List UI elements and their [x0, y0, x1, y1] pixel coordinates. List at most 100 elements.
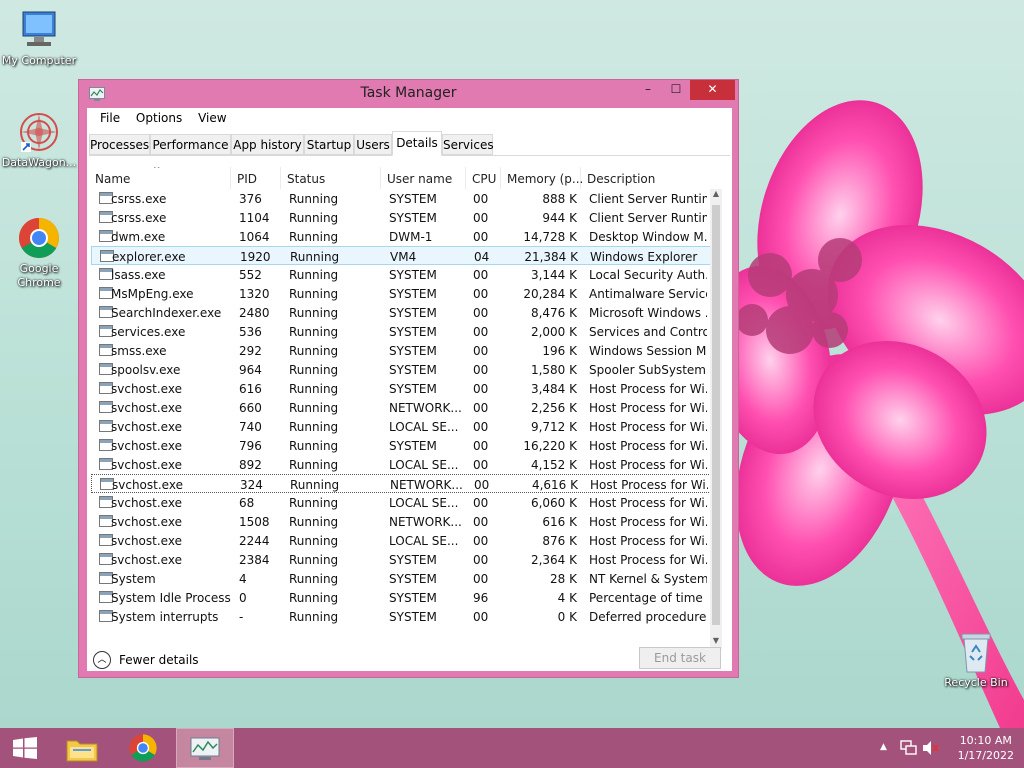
table-row[interactable]: System interrupts - Running SYSTEM 00 0 K Defe… [91, 607, 711, 626]
desktop-icon-my-computer[interactable]: My Computer [0, 8, 78, 68]
cell-description: Host Process for Wi... [590, 478, 708, 492]
cell-pid: 1920 [240, 250, 271, 264]
table-row[interactable]: svchost.exe 660 Running NETWORK... 00 2,256 K… [91, 398, 711, 417]
table-row[interactable]: svchost.exe 68 Running LOCAL SE... 00 6,060 K… [91, 493, 711, 512]
scroll-up-icon[interactable]: ▲ [710, 189, 722, 203]
column-header-status[interactable]: Status [281, 167, 381, 189]
menu-view[interactable]: View [192, 108, 232, 125]
cell-pid: 964 [239, 363, 262, 377]
cell-status: Running [289, 230, 339, 244]
task-manager-icon [190, 737, 220, 760]
cell-user-name: LOCAL SE... [389, 534, 459, 548]
cell-cpu: 00 [473, 287, 489, 301]
folder-icon [66, 740, 98, 762]
cell-user-name: SYSTEM [389, 344, 437, 358]
cell-pid: 0 [239, 591, 247, 605]
table-row[interactable]: System 4 Running SYSTEM 00 28 K NT Kernel & Sy… [91, 569, 711, 588]
cell-description: Host Process for Wi... [589, 515, 707, 529]
network-icon[interactable] [900, 740, 918, 756]
column-header-cpu[interactable]: CPU [466, 167, 501, 189]
cell-memory: 20,284 K [523, 287, 577, 301]
start-button[interactable] [0, 728, 50, 768]
cell-user-name: LOCAL SE... [389, 496, 459, 510]
cell-name: System [111, 572, 156, 586]
table-row[interactable]: lsass.exe 552 Running SYSTEM 00 3,144 K Local … [91, 265, 711, 284]
table-row[interactable]: svchost.exe 2384 Running SYSTEM 00 2,364 K Hos… [91, 550, 711, 569]
table-row[interactable]: spoolsv.exe 964 Running SYSTEM 00 1,580 K Spoo… [91, 360, 711, 379]
cell-pid: 292 [239, 344, 262, 358]
table-row[interactable]: csrss.exe 376 Running SYSTEM 00 888 K Client S… [91, 189, 711, 208]
table-row[interactable]: svchost.exe 2244 Running LOCAL SE... 00 876 K… [91, 531, 711, 550]
column-header-description[interactable]: Description [581, 167, 709, 189]
taskbar-task-manager[interactable] [176, 728, 234, 768]
title-bar[interactable]: Task Manager – ☐ ✕ [79, 80, 738, 108]
table-row[interactable]: smss.exe 292 Running SYSTEM 00 196 K Windows S… [91, 341, 711, 360]
table-row[interactable]: svchost.exe 892 Running LOCAL SE... 00 4,152 … [91, 455, 711, 474]
table-row[interactable]: svchost.exe 324 Running NETWORK... 00 4,616 K… [91, 474, 711, 493]
cell-memory: 4,616 K [531, 478, 578, 492]
cell-status: Running [289, 610, 339, 624]
desktop-icon-google-chrome[interactable]: Google Chrome [0, 216, 78, 290]
cell-memory: 0 K [557, 610, 577, 624]
desktop-icon-datawagon[interactable]: DataWagon... [0, 110, 78, 170]
cell-pid: 2244 [239, 534, 270, 548]
cell-cpu: 00 [473, 496, 489, 510]
column-header-user-name[interactable]: User name [381, 167, 466, 189]
tab-app-history[interactable]: App history [231, 134, 304, 155]
table-row[interactable]: SearchIndexer.exe 2480 Running SYSTEM 00 8,47… [91, 303, 711, 322]
cell-pid: 376 [239, 192, 262, 206]
clock[interactable]: 10:10 AM 1/17/2022 [958, 733, 1014, 763]
tab-performance[interactable]: Performance [150, 134, 231, 155]
desktop-icon-recycle-bin[interactable]: Recycle Bin [937, 630, 1015, 690]
table-row[interactable]: services.exe 536 Running SYSTEM 00 2,000 K Ser… [91, 322, 711, 341]
table-row[interactable]: explorer.exe 1920 Running VM4 04 21,384 K Wind… [91, 246, 711, 265]
table-row[interactable]: csrss.exe 1104 Running SYSTEM 00 944 K Client … [91, 208, 711, 227]
cell-cpu: 00 [473, 344, 489, 358]
table-row[interactable]: dwm.exe 1064 Running DWM-1 00 14,728 K Desktop… [91, 227, 711, 246]
cell-memory: 2,000 K [530, 325, 577, 339]
table-row[interactable]: svchost.exe 1508 Running NETWORK... 00 616 K H… [91, 512, 711, 531]
minimize-button[interactable]: – [634, 80, 662, 100]
column-header-pid[interactable]: PID [231, 167, 281, 189]
cell-name: SearchIndexer.exe [111, 306, 222, 320]
taskbar-google-chrome[interactable] [116, 728, 170, 768]
taskbar-file-explorer[interactable] [56, 728, 110, 768]
show-hidden-icons-icon[interactable]: ▲ [880, 742, 887, 752]
cell-status: Running [289, 439, 339, 453]
scrollbar-thumb[interactable] [712, 205, 720, 625]
tab-details[interactable]: Details [392, 131, 442, 156]
cell-pid: 2384 [239, 553, 270, 567]
table-row[interactable]: svchost.exe 740 Running LOCAL SE... 00 9,712 … [91, 417, 711, 436]
cell-cpu: 00 [473, 325, 489, 339]
menu-bar: File Options View [87, 108, 732, 130]
volume-muted-icon[interactable] [922, 740, 940, 756]
cell-cpu: 00 [473, 572, 489, 586]
vertical-scrollbar[interactable]: ▲ ▼ [710, 189, 722, 650]
table-row[interactable]: System Idle Process 0 Running SYSTEM 96 4 K Pe… [91, 588, 711, 607]
menu-file[interactable]: File [94, 108, 126, 125]
maximize-button[interactable]: ☐ [662, 80, 690, 100]
tab-processes[interactable]: Processes [89, 134, 150, 155]
cell-pid: 536 [239, 325, 262, 339]
cell-memory: 2,256 K [530, 401, 577, 415]
cell-memory: 876 K [542, 534, 577, 548]
cell-status: Running [289, 192, 339, 206]
cell-pid: 1508 [239, 515, 270, 529]
table-row[interactable]: svchost.exe 796 Running SYSTEM 00 16,220 K Hos… [91, 436, 711, 455]
cell-user-name: SYSTEM [389, 382, 437, 396]
window-footer: ︿ Fewer details End task [87, 647, 732, 671]
table-row[interactable]: MsMpEng.exe 1320 Running SYSTEM 00 20,284 K An… [91, 284, 711, 303]
column-header-memory[interactable]: Memory (p... [501, 167, 583, 189]
end-task-button[interactable]: End task [639, 647, 721, 669]
tab-users[interactable]: Users [354, 134, 392, 155]
close-button[interactable]: ✕ [690, 80, 735, 100]
cell-description: Percentage of time t... [589, 591, 707, 605]
tab-services[interactable]: Services [442, 134, 494, 155]
menu-options[interactable]: Options [130, 108, 188, 125]
tab-startup[interactable]: Startup [304, 134, 354, 155]
cell-status: Running [290, 478, 340, 492]
cell-user-name: SYSTEM [389, 439, 437, 453]
table-row[interactable]: svchost.exe 616 Running SYSTEM 00 3,484 K Host… [91, 379, 711, 398]
column-header-name[interactable]: Name ^ [89, 167, 231, 189]
cell-cpu: 00 [473, 439, 489, 453]
